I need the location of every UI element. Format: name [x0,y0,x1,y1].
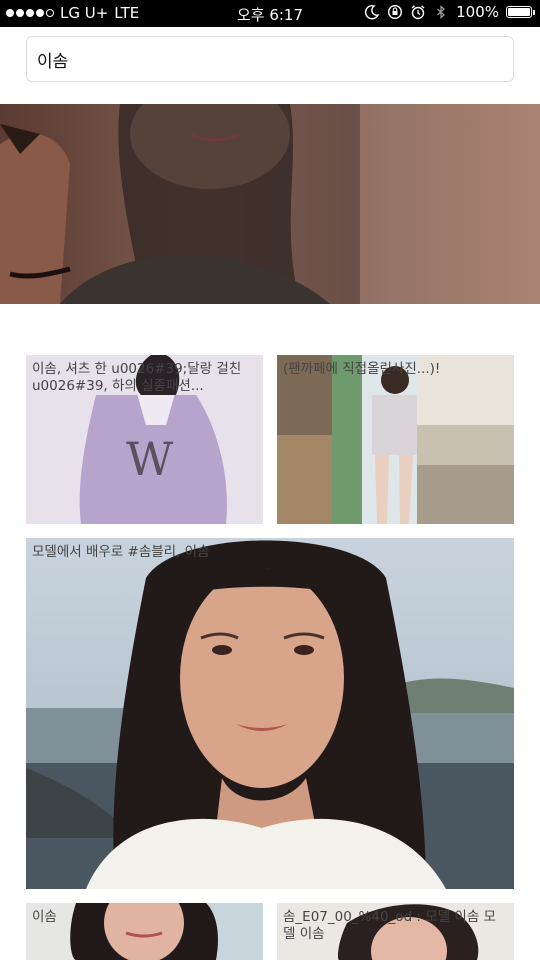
result-caption: 모델에서 배우로 #솜블리, 이솜 [32,544,210,560]
battery-icon [506,6,535,18]
result-caption: 솜_E07_00_%40_od : 모델 이솜 모델 이솜 [283,909,496,942]
search-box[interactable] [26,36,514,82]
result-caption: 이솜 [32,909,57,925]
svg-text:W: W [126,432,174,486]
result-image-3[interactable]: (팬까페에 직접올린사진...)! [277,355,514,524]
result-image-5[interactable]: 이솜 [26,903,263,960]
photo-woman-resting-chin [0,104,540,304]
do-not-disturb-moon-icon [365,5,380,20]
orientation-lock-icon [388,4,403,20]
photo-portrait-by-sea [26,538,514,889]
result-image-1[interactable] [0,104,540,304]
battery-fill [508,8,530,16]
search-input[interactable] [27,37,513,81]
result-image-4[interactable]: 모델에서 배우로 #솜블리, 이솜 [26,538,514,889]
status-bar: LG U+ LTE 오후 6:17 100% [0,0,540,27]
result-image-2[interactable]: W 이솜, 셔츠 한 u0026#39;달랑 걸친u0026#39, 하의 실종… [26,355,263,524]
result-caption: (팬까페에 직접올린사진...)! [283,361,441,377]
photo-door-and-sea [277,355,514,524]
result-caption: 이솜, 셔츠 한 u0026#39;달랑 걸친u0026#39, 하의 실종패션… [32,361,242,394]
alarm-clock-icon [411,5,425,20]
status-right: 100% [364,3,535,21]
bluetooth-icon [437,5,446,19]
battery-percent: 100% [456,3,499,21]
result-image-6[interactable]: 솜_E07_00_%40_od : 모델 이솜 모델 이솜 [277,903,514,960]
